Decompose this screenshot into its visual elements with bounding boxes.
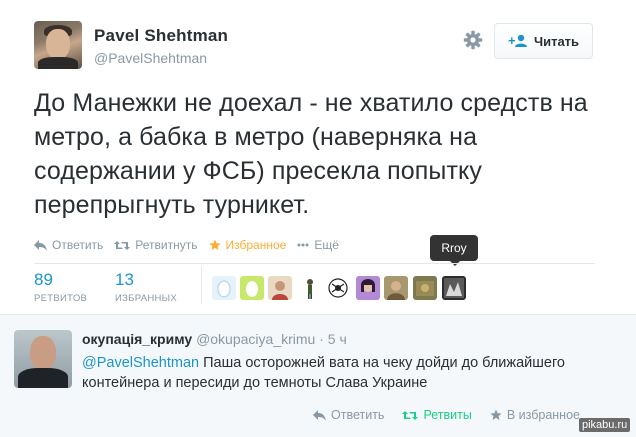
follow-user-icon: + bbox=[508, 34, 527, 48]
retweet-label: Ретвитнуть bbox=[135, 238, 198, 252]
star-icon bbox=[208, 239, 221, 250]
reply-icon bbox=[313, 409, 326, 421]
tweet-actions: Ответить Ретвитнуть Избранное Ещё bbox=[34, 236, 350, 254]
reply-favorite-label: В избранное bbox=[506, 408, 580, 422]
reply-label: Ответить bbox=[52, 238, 104, 252]
user-avatar[interactable] bbox=[298, 276, 322, 300]
star-icon bbox=[490, 409, 502, 420]
reply-icon bbox=[34, 239, 47, 251]
user-avatar[interactable] bbox=[442, 276, 466, 300]
reply-retweet-label: Ретвиты bbox=[423, 408, 472, 422]
favorites-stat[interactable]: 13 ИЗБРАННЫХ bbox=[115, 270, 177, 304]
reply-author-handle[interactable]: @okupaciya_krimu bbox=[196, 331, 315, 347]
retweet-icon bbox=[402, 410, 419, 420]
reply-text: @PavelShehtman Паша осторожней вата на ч… bbox=[82, 353, 622, 393]
stats-divider bbox=[201, 266, 202, 304]
watermark: pikabu.ru bbox=[579, 418, 631, 432]
more-button[interactable]: Ещё bbox=[297, 238, 339, 252]
user-avatar[interactable] bbox=[413, 276, 437, 300]
user-avatar[interactable] bbox=[268, 276, 292, 300]
reply-favorite-button[interactable]: В избранное bbox=[490, 408, 580, 422]
user-avatar[interactable] bbox=[356, 276, 380, 300]
user-avatar[interactable] bbox=[326, 276, 350, 300]
author-avatar[interactable] bbox=[34, 21, 82, 69]
favorite-label: Избранное bbox=[225, 238, 287, 252]
reply-actions: Ответить Ретвиты В избранное bbox=[313, 408, 580, 422]
favorites-label: ИЗБРАННЫХ bbox=[115, 293, 178, 304]
tooltip: Rroy bbox=[430, 235, 478, 266]
author-name[interactable]: Pavel Shehtman bbox=[94, 26, 228, 46]
reply-time[interactable]: · 5 ч bbox=[319, 331, 347, 347]
user-avatar[interactable] bbox=[384, 276, 408, 300]
tweet-text: До Манежки не доехал - не хватило средст… bbox=[34, 89, 588, 219]
reply-button[interactable]: Ответить bbox=[34, 238, 103, 252]
reply-mention[interactable]: @PavelShehtman bbox=[82, 355, 199, 371]
user-avatar[interactable] bbox=[240, 276, 264, 300]
svg-text:+: + bbox=[508, 34, 516, 48]
more-label: Ещё bbox=[314, 238, 339, 252]
retweets-stat[interactable]: 89 РЕТВИТОВ bbox=[34, 270, 87, 304]
reply-author-avatar[interactable] bbox=[14, 330, 72, 388]
reply-author-name[interactable]: окупація_криму bbox=[82, 331, 192, 347]
retweet-icon bbox=[114, 240, 131, 250]
favorites-count: 13 bbox=[115, 270, 134, 289]
reply-header: окупація_криму @okupaciya_krimu · 5 ч bbox=[82, 331, 347, 347]
retweets-label: РЕТВИТОВ bbox=[34, 293, 88, 304]
reply-reply-button[interactable]: Ответить bbox=[313, 408, 384, 422]
favorite-button[interactable]: Избранное bbox=[208, 238, 287, 252]
follow-button[interactable]: + Читать bbox=[494, 23, 593, 59]
follow-label: Читать bbox=[533, 33, 580, 49]
divider bbox=[34, 263, 595, 264]
reply-reply-label: Ответить bbox=[331, 408, 385, 422]
user-avatar[interactable] bbox=[212, 276, 236, 300]
retweets-count: 89 bbox=[34, 270, 53, 289]
reply-retweet-button[interactable]: Ретвиты bbox=[402, 408, 472, 422]
retweet-button[interactable]: Ретвитнуть bbox=[114, 238, 198, 252]
author-handle[interactable]: @PavelShehtman bbox=[94, 50, 207, 66]
more-icon bbox=[297, 243, 309, 247]
gear-icon[interactable] bbox=[463, 30, 483, 50]
